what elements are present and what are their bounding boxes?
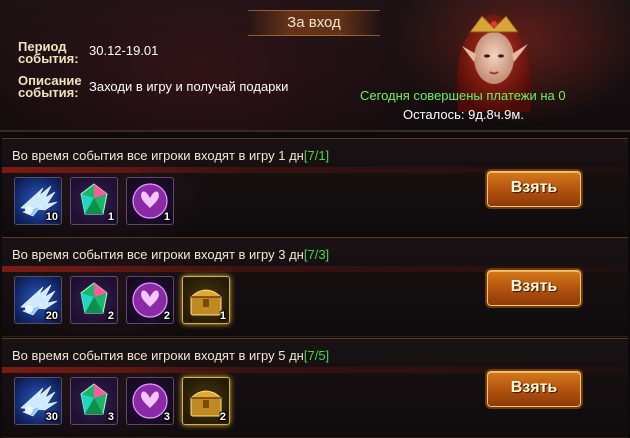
gem-reward[interactable]: 1	[70, 177, 118, 225]
time-remaining: Осталось: 9д.8ч.9м.	[403, 107, 524, 122]
item-quantity: 1	[219, 310, 226, 322]
item-quantity: 30	[45, 411, 58, 423]
gem-reward[interactable]: 2	[70, 276, 118, 324]
item-quantity: 2	[163, 310, 170, 322]
item-quantity: 1	[163, 211, 170, 223]
row-progress: [7/5]	[303, 348, 330, 363]
period-label: Период события:	[18, 40, 79, 66]
row-title: Во время события все игроки входят в игр…	[12, 148, 329, 163]
description-label: Описание события:	[18, 74, 82, 100]
take-button[interactable]: Взять	[487, 171, 581, 207]
period-label-line2: события:	[18, 51, 79, 66]
event-header: За вход Период события: 30.12-19.01 Опис…	[0, 0, 630, 132]
chest-reward[interactable]: 1	[182, 276, 230, 324]
gem-reward[interactable]: 3	[70, 377, 118, 425]
item-quantity: 2	[107, 310, 114, 322]
item-quantity: 2	[219, 411, 226, 423]
row-title-text: Во время события все игроки входят в игр…	[12, 348, 304, 363]
row-title: Во время события все игроки входят в игр…	[12, 348, 329, 363]
orb-reward[interactable]: 1	[126, 177, 174, 225]
description-label-line2: события:	[18, 85, 79, 100]
orb-reward[interactable]: 3	[126, 377, 174, 425]
item-quantity: 3	[107, 411, 114, 423]
wing-reward[interactable]: 30	[14, 377, 62, 425]
orb-reward[interactable]: 2	[126, 276, 174, 324]
item-quantity: 3	[163, 411, 170, 423]
event-title: За вход	[248, 10, 380, 36]
item-quantity: 20	[45, 310, 58, 322]
description-value: Заходи в игру и получай подарки	[89, 79, 289, 94]
chest-reward[interactable]: 2	[182, 377, 230, 425]
payments-status: Сегодня совершены платежи на 0	[360, 88, 566, 103]
reward-row: Во время события все игроки входят в игр…	[2, 138, 628, 238]
item-quantity: 10	[45, 211, 58, 223]
row-title: Во время события все игроки входят в игр…	[12, 247, 329, 262]
wing-reward[interactable]: 20	[14, 276, 62, 324]
take-button[interactable]: Взять	[487, 371, 581, 407]
row-progress: [7/3]	[303, 247, 330, 262]
row-progress: [7/1]	[303, 148, 330, 163]
row-title-text: Во время события все игроки входят в игр…	[12, 148, 304, 163]
reward-row: Во время события все игроки входят в игр…	[2, 237, 628, 337]
period-value: 30.12-19.01	[89, 43, 159, 58]
reward-row: Во время события все игроки входят в игр…	[2, 338, 628, 438]
take-button[interactable]: Взять	[487, 270, 581, 306]
item-quantity: 1	[107, 211, 114, 223]
wing-reward[interactable]: 10	[14, 177, 62, 225]
row-title-text: Во время события все игроки входят в игр…	[12, 247, 304, 262]
